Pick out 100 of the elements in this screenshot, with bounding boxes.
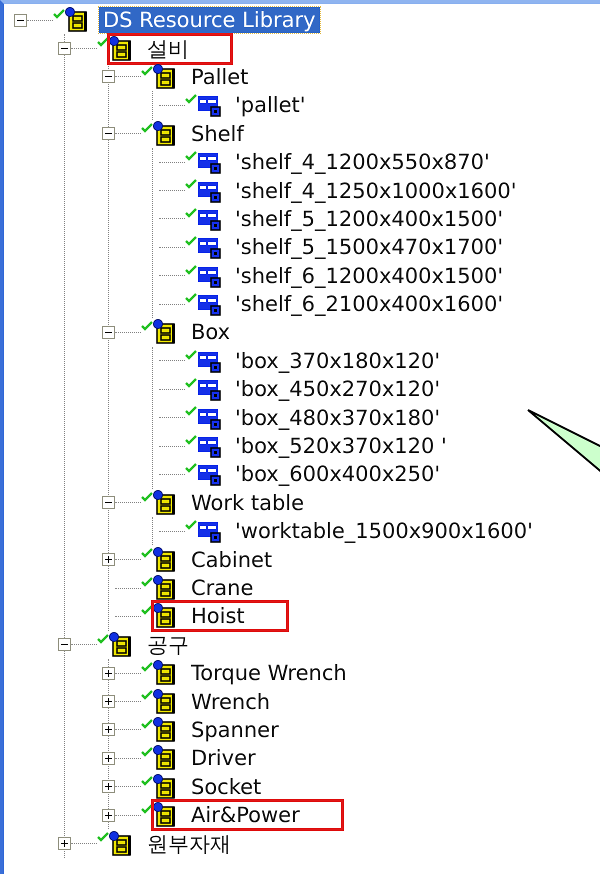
check-icon [185, 150, 197, 161]
tree-item[interactable]: Cabinet [187, 546, 276, 573]
window-icon [197, 235, 221, 260]
tree-item[interactable]: 공구 [143, 632, 193, 658]
cabinet-icon [109, 830, 133, 857]
check-icon [141, 122, 153, 133]
check-icon [141, 690, 153, 700]
check-icon [141, 804, 153, 814]
cabinet-icon [153, 603, 177, 630]
cabinet-icon [153, 490, 177, 516]
expander-toggle[interactable] [102, 666, 115, 680]
expander-toggle[interactable] [102, 326, 115, 339]
tree-item[interactable]: Torque Wrench [187, 660, 351, 686]
tree-item[interactable]: 'box_480x370x180' [231, 404, 444, 431]
check-icon [185, 292, 197, 303]
tree-item[interactable]: Work table [187, 490, 308, 516]
tree-item[interactable]: 'box_450x270x120' [231, 376, 444, 402]
check-icon [141, 492, 153, 502]
tree-item[interactable]: Box [187, 319, 234, 346]
plus-icon [103, 752, 114, 764]
check-icon [141, 662, 153, 672]
check-icon [97, 832, 109, 842]
check-icon [185, 208, 197, 218]
window-icon [197, 434, 221, 458]
plus-icon [59, 838, 70, 850]
window-icon [197, 462, 221, 486]
cabinet-icon [153, 716, 177, 743]
expander-toggle[interactable] [58, 42, 71, 56]
plus-icon [103, 810, 114, 821]
check-icon [141, 548, 153, 558]
cabinet-icon [153, 64, 177, 90]
cabinet-icon [109, 632, 133, 658]
tree-item[interactable]: 'shelf_5_1200x400x1500' [231, 206, 508, 232]
tree-item[interactable]: 'shelf_6_1200x400x1500' [231, 262, 508, 289]
plus-icon [103, 554, 114, 566]
tree-item[interactable]: 원부자재 [143, 830, 235, 857]
expander-toggle[interactable] [102, 695, 115, 708]
tree-item[interactable]: 'shelf_4_1200x550x870' [231, 149, 494, 176]
tree-item[interactable]: 'box_600x400x250' [231, 461, 444, 488]
tree-item[interactable]: 'box_370x180x120' [231, 348, 444, 374]
check-icon [185, 94, 197, 104]
check-icon [185, 378, 197, 388]
check-icon [185, 406, 197, 416]
tree-item[interactable]: 'pallet' [231, 92, 310, 118]
check-icon [185, 434, 197, 445]
cabinet-icon [153, 120, 177, 147]
tree-item[interactable]: 설비 [143, 36, 193, 62]
tree-item[interactable]: Shelf [187, 120, 248, 147]
plus-icon [103, 696, 114, 708]
cabinet-icon [153, 802, 177, 828]
expander-toggle[interactable] [102, 752, 115, 765]
cabinet-icon [153, 319, 177, 346]
cabinet-icon [153, 546, 177, 573]
window-icon [197, 93, 221, 118]
check-icon [97, 634, 109, 644]
check-icon [185, 264, 197, 275]
check-icon [185, 179, 197, 190]
cabinet-icon [65, 7, 89, 34]
tree-item[interactable]: 'box_520x370x120 ' [231, 433, 451, 460]
check-icon [185, 350, 197, 360]
plus-icon [103, 668, 114, 679]
tree-item[interactable]: Air&Power [187, 802, 304, 828]
tree-item[interactable]: Spanner [187, 716, 283, 743]
expander-toggle[interactable] [102, 808, 115, 822]
tree-item[interactable]: 'shelf_4_1250x1000x1600' [231, 178, 520, 204]
expander-toggle[interactable] [102, 553, 115, 566]
plus-icon [103, 724, 114, 736]
check-icon [141, 747, 153, 758]
cabinet-icon [153, 745, 177, 772]
tree-item[interactable]: Crane [187, 575, 258, 601]
expander-toggle[interactable] [58, 837, 71, 850]
tree-item[interactable]: Wrench [187, 688, 274, 715]
check-icon [53, 9, 65, 19]
tree-item[interactable]: Driver [187, 745, 260, 772]
check-icon [141, 576, 153, 587]
window-icon [197, 150, 221, 174]
expander-toggle[interactable] [102, 723, 115, 736]
window-icon [197, 519, 221, 544]
check-icon [141, 776, 153, 786]
tree-item[interactable]: 'worktable_1500x900x1600' [231, 518, 537, 544]
expander-toggle[interactable] [102, 127, 115, 140]
check-icon [141, 718, 153, 729]
cabinet-icon [109, 36, 133, 62]
tree-item[interactable]: Hoist [187, 603, 249, 630]
tree-item[interactable]: 'shelf_5_1500x470x1700' [231, 234, 508, 260]
cabinet-icon [153, 774, 177, 800]
expander-toggle[interactable] [102, 780, 115, 794]
plus-icon [103, 781, 114, 792]
tree-item[interactable]: Pallet [187, 64, 252, 90]
window-icon [197, 377, 221, 402]
tree-item[interactable]: Socket [187, 774, 266, 800]
expander-toggle[interactable] [102, 496, 115, 510]
tree-item[interactable]: DS Resource Library [99, 7, 320, 34]
expander-toggle[interactable] [14, 14, 27, 27]
expander-toggle[interactable] [58, 638, 71, 652]
expander-toggle[interactable] [102, 70, 115, 84]
check-icon [185, 236, 197, 246]
window-icon [197, 292, 221, 316]
check-icon [141, 605, 153, 616]
tree-item[interactable]: 'shelf_6_2100x400x1600' [231, 291, 508, 318]
